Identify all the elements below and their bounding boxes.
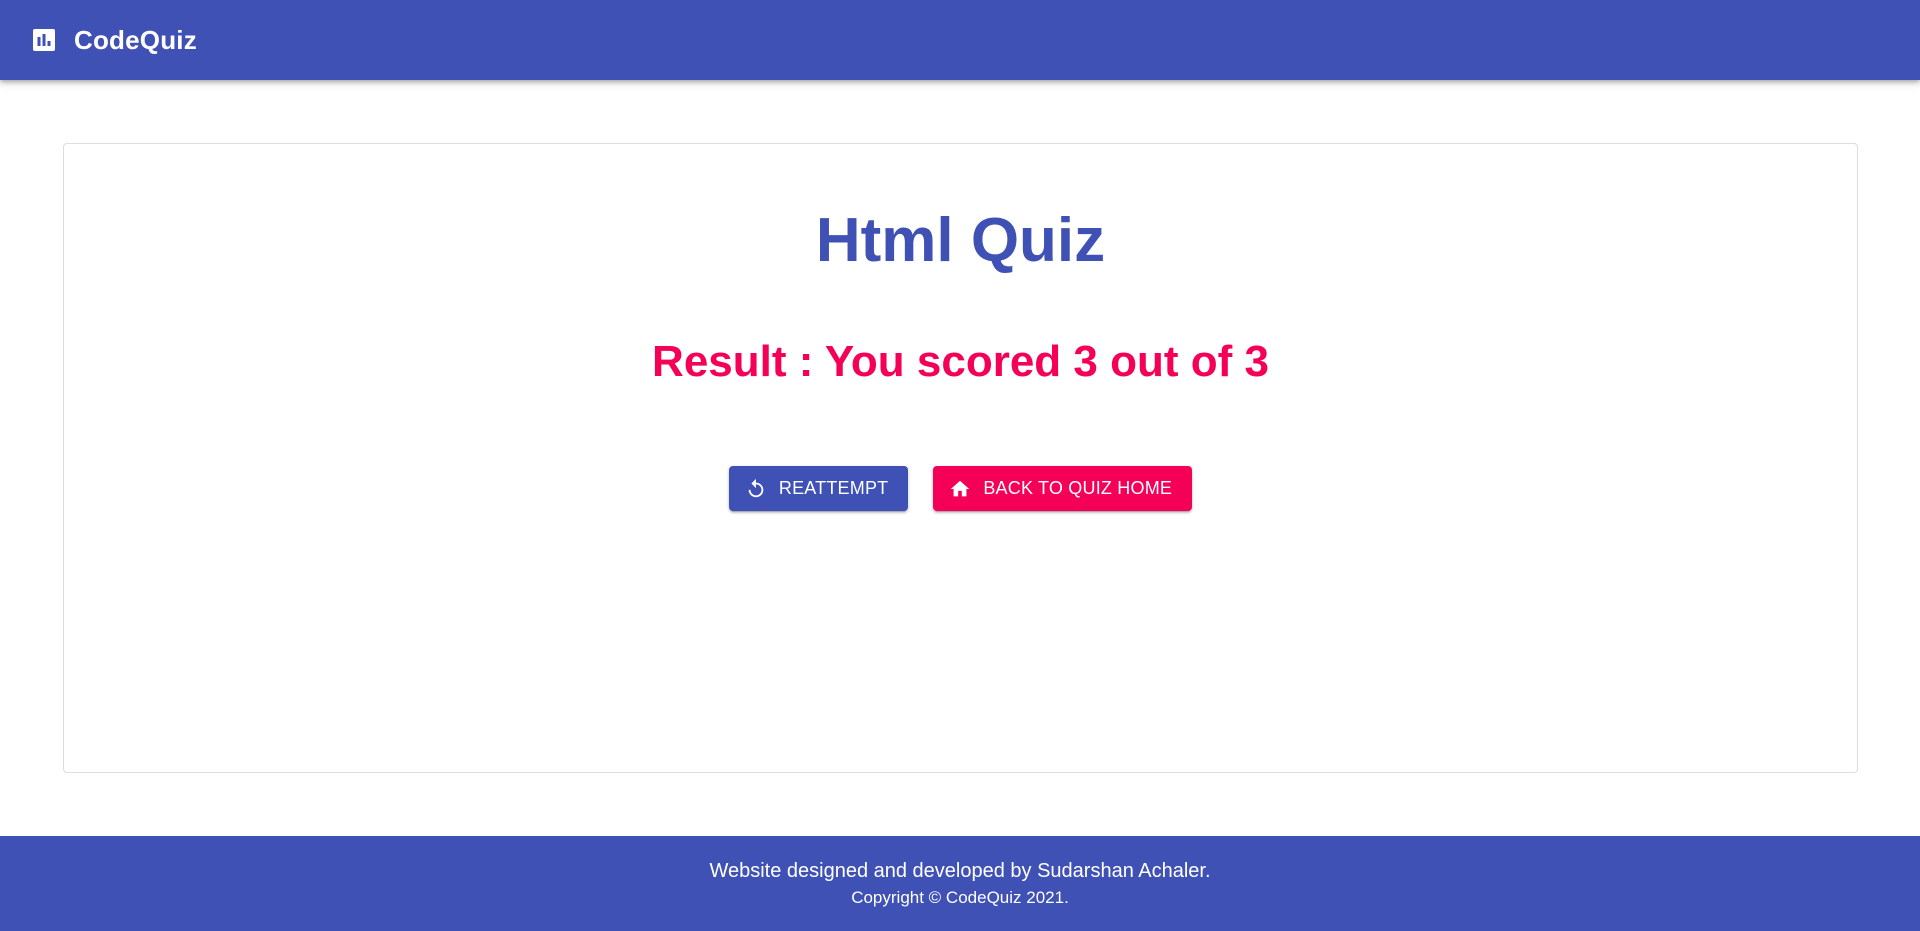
quiz-title: Html Quiz bbox=[815, 206, 1106, 275]
bar-chart-icon bbox=[32, 28, 56, 52]
footer-credit: Website designed and developed by Sudars… bbox=[709, 860, 1211, 882]
reattempt-button[interactable]: REATTEMPT bbox=[728, 466, 909, 511]
replay-icon bbox=[745, 478, 767, 500]
home-icon bbox=[949, 478, 971, 500]
app-root: CodeQuiz Html Quiz Result : You scored 3… bbox=[0, 0, 1920, 931]
result-text: Result : You scored 3 out of 3 bbox=[652, 337, 1269, 386]
reattempt-label: REATTEMPT bbox=[778, 478, 889, 498]
brand-name[interactable]: CodeQuiz bbox=[74, 25, 197, 56]
app-footer: Website designed and developed by Sudars… bbox=[0, 836, 1920, 931]
result-actions: REATTEMPT BACK TO QUIZ HOME bbox=[64, 466, 1857, 511]
footer-copyright: Copyright © CodeQuiz 2021. bbox=[851, 888, 1069, 907]
result-card: Html Quiz Result : You scored 3 out of 3… bbox=[63, 143, 1858, 773]
back-to-quiz-home-button[interactable]: BACK TO QUIZ HOME bbox=[933, 466, 1193, 511]
back-to-quiz-home-label: BACK TO QUIZ HOME bbox=[983, 478, 1173, 498]
app-header: CodeQuiz bbox=[0, 0, 1920, 80]
